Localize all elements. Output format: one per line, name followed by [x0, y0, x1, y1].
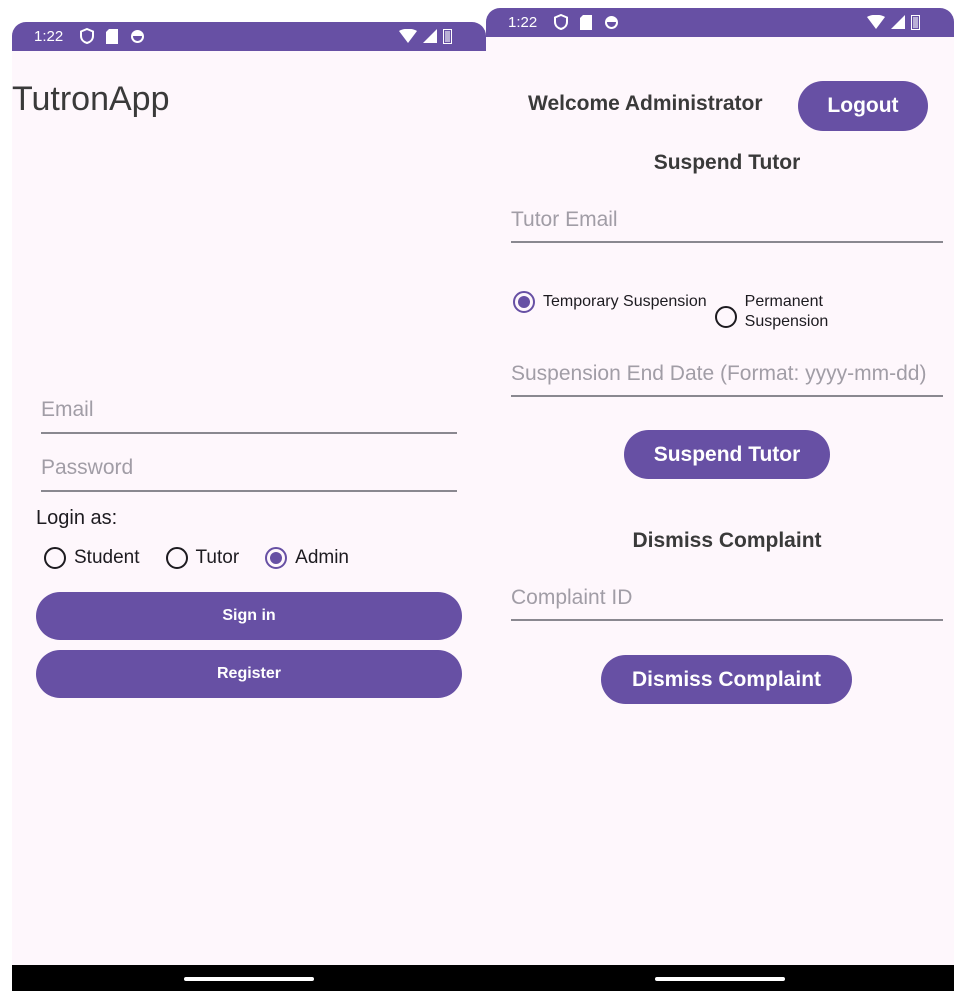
suspension-end-date-input[interactable]	[511, 358, 943, 395]
password-input[interactable]	[41, 452, 457, 490]
suspend-tutor-button[interactable]: Suspend Tutor	[624, 430, 830, 479]
battery-icon	[443, 29, 452, 44]
home-handle[interactable]	[655, 977, 785, 981]
app-title: TutronApp	[12, 80, 170, 118]
shield-icon	[80, 28, 94, 44]
status-time: 1:22	[34, 28, 64, 45]
logout-button[interactable]: Logout	[798, 81, 928, 131]
navigation-bar	[12, 965, 486, 991]
suspension-type-radio-group: Temporary Suspension Permanent Suspensio…	[513, 291, 849, 332]
login-as-label: Login as:	[36, 507, 118, 529]
radio-circle	[165, 547, 188, 569]
sync-icon	[605, 15, 618, 29]
complaint-id-input[interactable]	[511, 582, 943, 619]
role-radio-student[interactable]: Student	[44, 547, 140, 569]
home-handle[interactable]	[184, 977, 314, 981]
radio-circle-selected	[265, 547, 288, 569]
sd-card-icon	[106, 28, 118, 44]
suspension-end-date-field[interactable]	[511, 358, 943, 397]
wifi-icon	[867, 15, 885, 29]
role-radio-admin[interactable]: Admin	[265, 547, 349, 569]
password-field[interactable]	[41, 452, 457, 492]
dismiss-complaint-button[interactable]: Dismiss Complaint	[601, 655, 852, 704]
wifi-icon	[399, 29, 417, 43]
role-radio-group: Student Tutor Admin	[44, 547, 349, 569]
radio-circle-selected	[513, 291, 535, 313]
radio-label: Tutor	[195, 547, 240, 568]
navigation-bar	[486, 965, 954, 991]
tutor-email-input[interactable]	[511, 204, 943, 241]
radio-label: Admin	[295, 547, 349, 568]
radio-circle	[44, 547, 66, 569]
dismiss-complaint-heading: Dismiss Complaint	[632, 529, 822, 552]
email-input[interactable]	[41, 394, 457, 432]
tutor-email-field[interactable]	[511, 204, 943, 243]
radio-label: Student	[74, 547, 140, 568]
signal-icon	[423, 29, 437, 43]
email-field[interactable]	[41, 394, 457, 434]
sd-card-icon	[580, 14, 592, 30]
signal-icon	[891, 15, 905, 29]
radio-label: Permanent Suspension	[744, 293, 829, 330]
login-screen: 1:22 TutronApp Login as: Student Tutor	[12, 22, 486, 991]
sync-icon	[131, 29, 144, 43]
status-time: 1:22	[508, 14, 538, 31]
role-radio-tutor[interactable]: Tutor	[165, 547, 240, 569]
suspend-tutor-heading: Suspend Tutor	[653, 151, 801, 174]
permanent-suspension-radio[interactable]: Permanent Suspension	[714, 292, 849, 332]
shield-icon	[554, 14, 568, 30]
radio-circle	[714, 306, 737, 328]
status-bar: 1:22	[12, 22, 486, 51]
status-bar: 1:22	[486, 8, 954, 37]
complaint-id-field[interactable]	[511, 582, 943, 621]
radio-label: Temporary Suspension	[543, 293, 707, 310]
sign-in-button[interactable]: Sign in	[36, 592, 462, 640]
admin-screen: 1:22 Welcome Administrator Logout Suspen…	[486, 8, 954, 991]
welcome-text: Welcome Administrator	[528, 92, 763, 115]
battery-icon	[911, 15, 920, 30]
register-button[interactable]: Register	[36, 650, 462, 698]
temporary-suspension-radio[interactable]: Temporary Suspension	[513, 291, 707, 313]
